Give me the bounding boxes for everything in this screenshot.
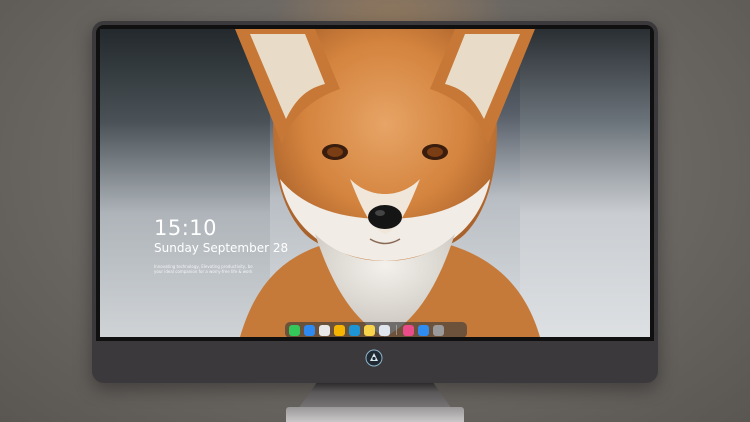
tagline: Innovating technology, Elevating product… — [154, 264, 264, 274]
photos-icon[interactable] — [334, 324, 345, 336]
dock — [285, 322, 467, 337]
camera-icon[interactable] — [433, 324, 444, 336]
app-store-icon[interactable] — [418, 324, 429, 336]
lock-screen-info: 15:10 Sunday September 28 Innovating tec… — [154, 216, 288, 274]
brand-logo-icon — [365, 349, 383, 367]
music-icon[interactable] — [403, 324, 414, 336]
messages-icon[interactable] — [289, 324, 300, 336]
stand-foot — [286, 407, 464, 422]
fox-wallpaper — [235, 29, 540, 337]
calendar-icon[interactable] — [379, 324, 390, 336]
dock-separator — [396, 325, 397, 335]
clapper-icon[interactable] — [349, 324, 360, 336]
clock-date: Sunday September 28 — [154, 241, 289, 255]
monitor: 15:10 Sunday September 28 Innovating tec… — [92, 21, 658, 383]
desktop-screen[interactable]: 15:10 Sunday September 28 Innovating tec… — [100, 29, 650, 337]
tagline-line-2: your ideal companion for a worry-free li… — [154, 269, 253, 274]
screen-bezel: 15:10 Sunday September 28 Innovating tec… — [96, 25, 654, 341]
finder-icon[interactable] — [304, 324, 315, 336]
chrome-icon[interactable] — [319, 324, 330, 336]
clock-time: 15:10 — [154, 216, 218, 240]
notes-icon[interactable] — [364, 324, 375, 336]
stand-neck — [298, 383, 452, 409]
